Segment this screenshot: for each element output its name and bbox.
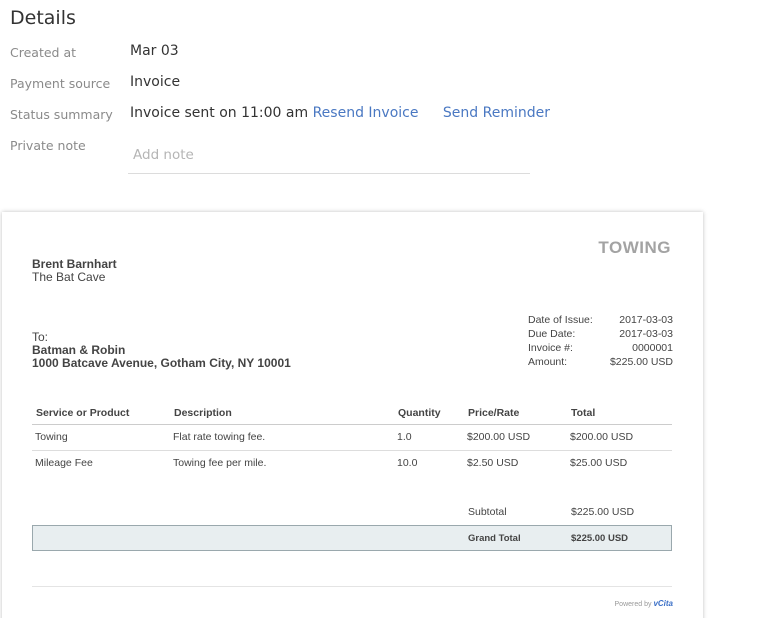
client-address: 1000 Batcave Avenue, Gotham City, NY 100… <box>32 356 291 370</box>
payment-source-row: Payment source Invoice <box>10 74 570 96</box>
send-reminder-link[interactable]: Send Reminder <box>443 105 550 121</box>
cell-price: $200.00 USD <box>464 424 567 451</box>
grand-total-bar: Grand Total $225.00 USD <box>32 525 672 551</box>
meta-label: Amount: <box>528 356 568 368</box>
meta-row: Invoice #: 0000001 <box>528 341 673 355</box>
client-name: Batman & Robin <box>32 343 126 357</box>
meta-value: 2017-03-03 <box>619 314 673 326</box>
private-note-label: Private note <box>10 138 86 153</box>
cell-description: Flat rate towing fee. <box>170 424 394 451</box>
cell-service: Mileage Fee <box>35 457 93 470</box>
powered-by: Powered by vCita <box>615 599 673 608</box>
meta-label: Invoice #: <box>528 342 573 354</box>
resend-invoice-link[interactable]: Resend Invoice <box>313 105 419 121</box>
meta-row: Amount: $225.00 USD <box>528 355 673 369</box>
payment-source-label: Payment source <box>10 76 111 91</box>
invoice-preview: TOWING Brent Barnhart The Bat Cave To: B… <box>2 212 703 618</box>
meta-value: 0000001 <box>632 342 673 354</box>
cell-quantity: 10.0 <box>397 457 418 470</box>
cell-quantity: 1.0 <box>394 424 464 451</box>
cell-description: Towing fee per mile. <box>173 457 267 470</box>
meta-label: Due Date: <box>528 328 576 340</box>
table-header-row: Service or Product Description Quantity … <box>32 402 672 425</box>
vcita-logo[interactable]: vCita <box>653 599 673 608</box>
business-name: Brent Barnhart <box>32 257 117 271</box>
status-summary-row: Status summary Invoice sent on 11:00 am … <box>10 105 570 127</box>
meta-value: $225.00 USD <box>609 356 673 368</box>
meta-value: 2017-03-03 <box>619 328 673 340</box>
column-header: Service or Product <box>32 402 170 425</box>
created-label: Created at <box>10 45 77 60</box>
table-row: Mileage Fee Towing fee per mile. 10.0 $2… <box>32 450 672 476</box>
cell-price: $2.50 USD <box>467 457 519 470</box>
to-label: To: <box>32 330 49 344</box>
table-row: Towing Flat rate towing fee. 1.0 $200.00… <box>32 424 672 451</box>
column-header: Total <box>567 402 672 425</box>
grand-total-value: $225.00 USD <box>571 533 629 544</box>
meta-row: Due Date: 2017-03-03 <box>528 327 673 341</box>
powered-by-text: Powered by <box>614 601 652 608</box>
status-summary-label: Status summary <box>10 107 113 122</box>
column-header: Description <box>170 402 394 425</box>
business-address: The Bat Cave <box>32 270 106 284</box>
cell-total: $200.00 USD <box>567 424 672 451</box>
footer-divider <box>32 586 672 587</box>
column-header: Price/Rate <box>464 402 567 425</box>
created-row: Created at Mar 03 <box>10 43 570 65</box>
invoice-meta: Date of Issue: 2017-03-03 Due Date: 2017… <box>528 313 673 369</box>
payment-source-value: Invoice <box>130 74 181 90</box>
subtotal-value: $225.00 USD <box>571 506 635 518</box>
meta-row: Date of Issue: 2017-03-03 <box>528 313 673 327</box>
column-header: Quantity <box>394 402 464 425</box>
meta-label: Date of Issue: <box>528 314 593 326</box>
details-title: Details <box>10 7 76 29</box>
grand-total-label: Grand Total <box>468 533 521 544</box>
invoice-brand: TOWING <box>598 238 671 257</box>
created-value: Mar 03 <box>130 43 179 59</box>
private-note-input[interactable] <box>128 137 530 174</box>
cell-service: Towing <box>32 424 170 451</box>
status-summary-value: Invoice sent on 11:00 am Resend Invoice … <box>130 105 550 121</box>
subtotal-label: Subtotal <box>468 506 507 518</box>
status-text: Invoice sent on 11:00 am <box>130 105 309 121</box>
cell-total: $25.00 USD <box>570 457 628 470</box>
line-items-table: Service or Product Description Quantity … <box>32 402 672 476</box>
